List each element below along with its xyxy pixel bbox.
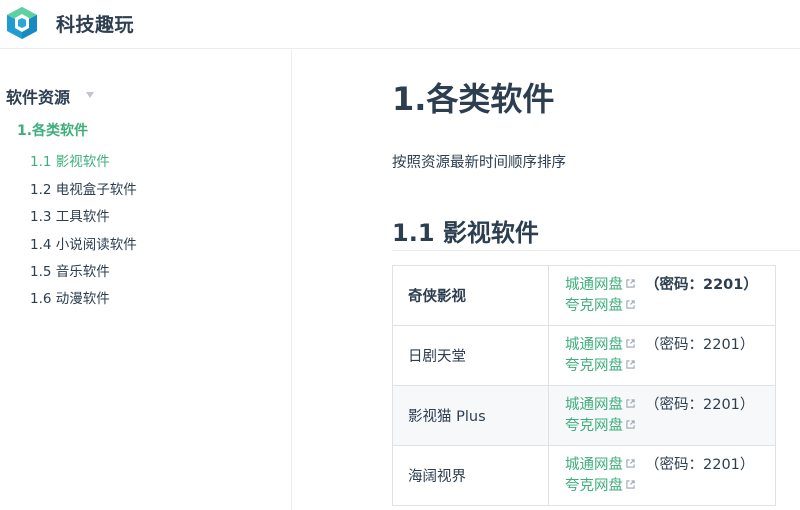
table-row: 海阔视界 城通网盘 （密码：2201） 夸克网盘 — [392, 445, 776, 506]
sidebar-item-tool-software[interactable]: 1.3 工具软件 — [30, 205, 110, 225]
external-link-icon — [626, 359, 635, 369]
intro-text: 按照资源最新时间顺序排序 — [392, 155, 566, 171]
section-heading: 1.1 影视软件 — [392, 219, 539, 247]
sidebar-group-title[interactable]: 软件资源 — [6, 84, 70, 108]
chengtong-pan-link[interactable]: 城通网盘 — [565, 457, 623, 473]
external-link-icon — [626, 299, 635, 309]
external-link-icon — [626, 278, 635, 288]
table-row: 奇侠影视 城通网盘 （密码：2201） 夸克网盘 — [392, 265, 776, 326]
caret-down-icon[interactable] — [86, 92, 94, 98]
table-row: 影视猫 Plus 城通网盘 （密码：2201） 夸克网盘 — [392, 385, 776, 446]
software-name: 奇侠影视 — [408, 289, 466, 305]
external-link-icon — [626, 479, 635, 489]
heading-divider — [392, 250, 800, 251]
table-cell-name: 影视猫 Plus — [392, 385, 549, 446]
table-row: 日剧天堂 城通网盘 （密码：2201） 夸克网盘 — [392, 325, 776, 386]
password-text: （密码：2201） — [645, 336, 755, 353]
software-name: 海阔视界 — [408, 469, 466, 485]
chengtong-pan-link[interactable]: 城通网盘 — [565, 337, 623, 353]
site-title[interactable]: 科技趣玩 — [56, 10, 134, 37]
sidebar-item-novel-reader-software[interactable]: 1.4 小说阅读软件 — [30, 233, 137, 253]
quark-pan-link[interactable]: 夸克网盘 — [565, 358, 623, 374]
external-link-icon — [626, 338, 635, 348]
table-cell-links: 城通网盘 （密码：2201） 夸克网盘 — [548, 445, 776, 506]
quark-pan-link[interactable]: 夸克网盘 — [565, 298, 623, 314]
table-cell-links: 城通网盘 （密码：2201） 夸克网盘 — [548, 385, 776, 446]
sidebar-section-link[interactable]: 1.各类软件 — [17, 120, 88, 140]
software-name: 日剧天堂 — [408, 349, 466, 365]
password-text: （密码：2201） — [645, 456, 755, 473]
sidebar-item-tv-box-software[interactable]: 1.2 电视盒子软件 — [30, 178, 137, 198]
sidebar-item-movie-software[interactable]: 1.1 影视软件 — [30, 150, 110, 170]
software-table: 奇侠影视 城通网盘 （密码：2201） 夸克网盘 日剧天堂 城通网盘 （密码：220… — [392, 265, 776, 506]
cube-logo-icon[interactable] — [6, 6, 38, 40]
quark-pan-link[interactable]: 夸克网盘 — [565, 478, 623, 494]
password-text: （密码：2201） — [645, 396, 755, 413]
top-navbar: 科技趣玩 — [0, 0, 800, 49]
external-link-icon — [626, 419, 635, 429]
table-cell-name: 海阔视界 — [392, 445, 549, 506]
sidebar-item-music-software[interactable]: 1.5 音乐软件 — [30, 260, 110, 280]
password-text: （密码：2201） — [645, 276, 758, 293]
table-cell-links: 城通网盘 （密码：2201） 夸克网盘 — [548, 265, 776, 326]
chengtong-pan-link[interactable]: 城通网盘 — [565, 277, 623, 293]
external-link-icon — [626, 458, 635, 468]
table-cell-name: 日剧天堂 — [392, 325, 549, 386]
chengtong-pan-link[interactable]: 城通网盘 — [565, 397, 623, 413]
page-title: 1.各类软件 — [392, 80, 555, 118]
main-content: 1.各类软件 按照资源最新时间顺序排序 1.1 影视软件 奇侠影视 城通网盘 （密… — [293, 50, 800, 510]
sidebar: 软件资源 1.各类软件 1.1 影视软件 1.2 电视盒子软件 1.3 工具软件… — [0, 50, 292, 510]
external-link-icon — [626, 398, 635, 408]
sidebar-item-anime-software[interactable]: 1.6 动漫软件 — [30, 287, 110, 307]
table-cell-links: 城通网盘 （密码：2201） 夸克网盘 — [548, 325, 776, 386]
software-name: 影视猫 Plus — [408, 409, 486, 425]
table-cell-name: 奇侠影视 — [392, 265, 549, 326]
quark-pan-link[interactable]: 夸克网盘 — [565, 418, 623, 434]
